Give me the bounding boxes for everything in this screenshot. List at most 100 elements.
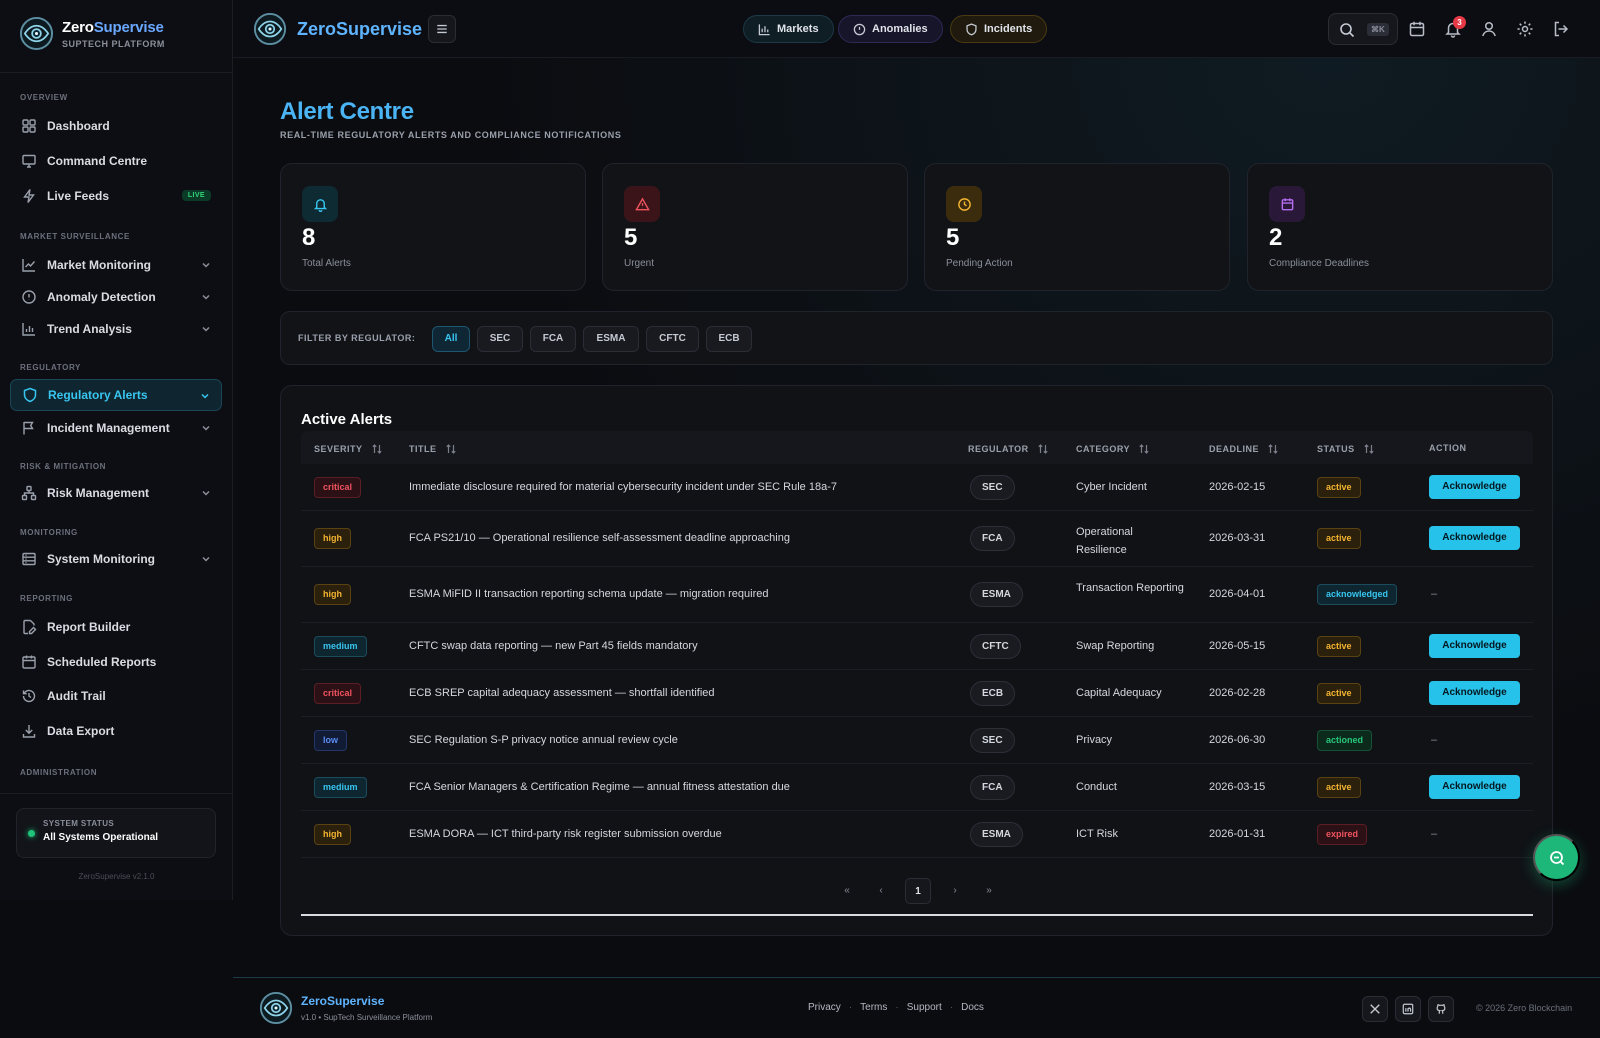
- clock-icon: [957, 197, 971, 211]
- status-badge: active: [1317, 477, 1361, 498]
- pagination-first-button[interactable]: «: [837, 878, 857, 904]
- horizontal-scrollbar[interactable]: [301, 914, 1533, 916]
- eye-logo-icon: [19, 16, 54, 51]
- table-row: medium FCA Senior Managers & Certificati…: [301, 764, 1533, 811]
- search-icon: [1340, 23, 1355, 38]
- footer-link-terms[interactable]: Terms: [860, 1002, 887, 1013]
- filter-label: FILTER BY REGULATOR:: [298, 333, 416, 343]
- warning-triangle-icon: [634, 196, 650, 210]
- sidebar-item-regulatory-alerts[interactable]: Regulatory Alerts: [10, 379, 222, 411]
- search-button[interactable]: ⌘K: [1328, 13, 1398, 45]
- column-severity[interactable]: SEVERITY: [314, 443, 383, 455]
- sort-icon: [1364, 444, 1374, 454]
- x-social-button[interactable]: [1362, 996, 1388, 1022]
- status-badge: active: [1317, 777, 1361, 798]
- acknowledge-button[interactable]: Acknowledge: [1429, 681, 1520, 705]
- sidebar-item-incident-management[interactable]: Incident Management: [10, 412, 222, 444]
- footer-brand[interactable]: ZeroSupervise v1.0 • SupTech Surveillanc…: [259, 991, 432, 1025]
- regulator-filter: FILTER BY REGULATOR: All SEC FCA ESMA CF…: [280, 311, 1553, 365]
- linkedin-social-button[interactable]: [1395, 996, 1421, 1022]
- download-icon: [22, 725, 36, 738]
- sidebar-item-live-feeds[interactable]: Live Feeds LIVE: [10, 180, 222, 212]
- topbar-brand[interactable]: ZeroSupervise: [253, 12, 422, 46]
- gear-icon[interactable]: [1516, 20, 1534, 38]
- footer-link-privacy[interactable]: Privacy: [808, 1002, 841, 1013]
- severity-badge: high: [314, 824, 351, 845]
- sidebar-item-label: Data Export: [47, 724, 115, 738]
- logout-icon[interactable]: [1552, 20, 1570, 38]
- filter-sec-button[interactable]: SEC: [477, 326, 523, 352]
- incidents-button[interactable]: Incidents: [950, 15, 1048, 43]
- stat-value: 2: [1269, 224, 1283, 251]
- sidebar-item-audit-trail[interactable]: Audit Trail: [10, 680, 222, 712]
- stat-card-compliance-deadlines: 2 Compliance Deadlines: [1247, 163, 1553, 291]
- menu-toggle-button[interactable]: [428, 15, 456, 43]
- sidebar-item-data-export[interactable]: Data Export: [10, 715, 222, 747]
- column-category[interactable]: CATEGORY: [1076, 443, 1150, 455]
- sidebar-item-market-monitoring[interactable]: Market Monitoring: [10, 249, 222, 281]
- acknowledge-button[interactable]: Acknowledge: [1429, 634, 1520, 658]
- acknowledge-button[interactable]: Acknowledge: [1429, 775, 1520, 799]
- no-action: –: [1431, 734, 1438, 746]
- markets-button[interactable]: Markets: [743, 15, 834, 43]
- file-edit-icon: [23, 619, 37, 635]
- chevron-down-icon: [202, 425, 210, 431]
- section-regulatory: REGULATORY: [20, 363, 81, 372]
- footer-link-docs[interactable]: Docs: [961, 1002, 984, 1013]
- column-action: ACTION: [1429, 443, 1467, 453]
- linkedin-icon: [1402, 1003, 1414, 1015]
- topbar: ZeroSupervise Markets Anomalies Incident…: [233, 0, 1600, 58]
- alert-deadline: 2026-01-31: [1209, 828, 1266, 840]
- server-icon: [22, 552, 36, 566]
- column-regulator[interactable]: REGULATOR: [968, 443, 1049, 455]
- sort-icon: [1139, 444, 1149, 454]
- table-row: critical Immediate disclosure required f…: [301, 464, 1533, 511]
- alert-title: ESMA MiFID II transaction reporting sche…: [409, 588, 769, 600]
- pagination-last-button[interactable]: »: [979, 878, 999, 904]
- sidebar-item-dashboard[interactable]: Dashboard: [10, 110, 222, 142]
- acknowledge-button[interactable]: Acknowledge: [1429, 526, 1520, 550]
- monitor-icon: [22, 154, 36, 168]
- user-icon[interactable]: [1480, 20, 1498, 38]
- network-icon: [21, 485, 37, 501]
- filter-fca-button[interactable]: FCA: [530, 326, 576, 352]
- anomalies-button[interactable]: Anomalies: [838, 15, 943, 43]
- filter-ecb-button[interactable]: ECB: [706, 326, 752, 352]
- chat-button[interactable]: [1533, 834, 1580, 881]
- column-title[interactable]: TITLE: [409, 443, 457, 455]
- column-status[interactable]: STATUS: [1317, 443, 1375, 455]
- column-deadline[interactable]: DEADLINE: [1209, 443, 1279, 455]
- sidebar-item-report-builder[interactable]: Report Builder: [10, 611, 222, 643]
- active-alerts-panel: Active Alerts SEVERITY TITLE REGULATOR C…: [280, 385, 1553, 936]
- status-badge: active: [1317, 636, 1361, 657]
- sidebar-item-label: Report Builder: [47, 620, 131, 634]
- sidebar-item-scheduled-reports[interactable]: Scheduled Reports: [10, 646, 222, 678]
- sidebar-item-trend-analysis[interactable]: Trend Analysis: [10, 313, 222, 345]
- footer-link-support[interactable]: Support: [907, 1002, 942, 1013]
- acknowledge-button[interactable]: Acknowledge: [1429, 475, 1520, 499]
- brand-name: ZeroSupervise: [62, 18, 164, 36]
- sidebar-item-risk-management[interactable]: Risk Management: [10, 477, 222, 509]
- section-overview: OVERVIEW: [20, 93, 68, 102]
- calendar-icon: [22, 655, 36, 669]
- severity-badge: critical: [314, 477, 362, 498]
- sidebar-item-anomaly-detection[interactable]: Anomaly Detection: [10, 281, 222, 313]
- sidebar-brand[interactable]: ZeroSupervise SUPTECH PLATFORM: [19, 16, 165, 51]
- filter-all-button[interactable]: All: [432, 326, 470, 352]
- calendar-icon[interactable]: [1408, 20, 1426, 38]
- section-market-surveillance: MARKET SURVEILLANCE: [20, 232, 130, 241]
- pagination-current-page[interactable]: 1: [905, 878, 931, 904]
- status-badge: actioned: [1317, 730, 1373, 751]
- pagination-next-button[interactable]: ›: [945, 878, 965, 904]
- chat-icon: [1549, 850, 1564, 865]
- sidebar-item-command-centre[interactable]: Command Centre: [10, 145, 222, 177]
- sidebar-item-system-monitoring[interactable]: System Monitoring: [10, 543, 222, 575]
- filter-cftc-button[interactable]: CFTC: [646, 326, 699, 352]
- copyright: © 2026 Zero Blockchain: [1476, 1003, 1573, 1013]
- filter-esma-button[interactable]: ESMA: [583, 326, 639, 352]
- github-social-button[interactable]: [1428, 996, 1454, 1022]
- pagination-prev-button[interactable]: ‹: [871, 878, 891, 904]
- regulator-chip: ECB: [970, 681, 1016, 706]
- chevron-down-icon: [202, 490, 210, 496]
- page-title: Alert Centre: [280, 98, 414, 125]
